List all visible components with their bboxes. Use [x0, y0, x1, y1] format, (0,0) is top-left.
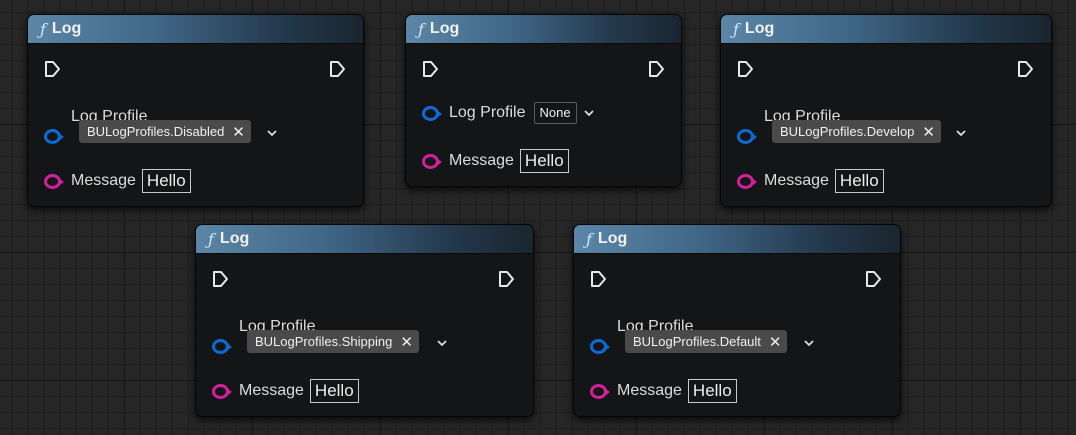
- node-title: Log: [429, 20, 460, 37]
- message-pin[interactable]: [590, 383, 610, 399]
- log-profile-value: BULogProfiles.Develop: [780, 124, 915, 139]
- log-profile-dropdown[interactable]: None: [533, 102, 577, 124]
- log-node-none[interactable]: ƒ Log Log Profile None Message Hello: [405, 14, 682, 187]
- message-pin-row: Message Hello: [212, 379, 359, 403]
- node-header[interactable]: ƒ Log: [196, 225, 533, 254]
- log-profile-pin[interactable]: [590, 339, 610, 354]
- message-label: Message: [239, 382, 304, 399]
- log-node-develop[interactable]: ƒ Log Log Profile BULogProfiles.Develop …: [720, 14, 1052, 207]
- log-profile-pin[interactable]: [737, 129, 757, 144]
- chevron-down-icon[interactable]: [436, 337, 448, 349]
- message-input[interactable]: Hello: [687, 379, 737, 403]
- message-pin[interactable]: [212, 383, 232, 399]
- message-pin[interactable]: [737, 173, 757, 189]
- exec-out-pin[interactable]: [865, 270, 883, 288]
- chevron-down-icon[interactable]: [955, 127, 967, 139]
- node-header[interactable]: ƒ Log: [406, 15, 681, 44]
- clear-icon[interactable]: ✕: [769, 333, 782, 351]
- message-label: Message: [617, 382, 682, 399]
- log-profile-dropdown[interactable]: BULogProfiles.Shipping ✕: [247, 330, 419, 353]
- message-pin[interactable]: [422, 153, 442, 169]
- log-profile-pin-row: Log Profile None: [422, 102, 595, 124]
- log-profile-dropdown[interactable]: BULogProfiles.Default ✕: [625, 330, 788, 353]
- node-title: Log: [597, 230, 628, 247]
- function-icon: ƒ: [418, 19, 424, 39]
- log-profile-value: BULogProfiles.Default: [633, 334, 761, 349]
- clear-icon[interactable]: ✕: [232, 123, 245, 141]
- log-profile-pin[interactable]: [212, 339, 232, 354]
- message-input[interactable]: Hello: [834, 169, 884, 193]
- message-pin-row: Message Hello: [590, 379, 737, 403]
- chevron-down-icon[interactable]: [266, 127, 278, 139]
- node-title: Log: [219, 230, 250, 247]
- node-title: Log: [51, 20, 82, 37]
- chevron-down-icon[interactable]: [583, 107, 595, 119]
- log-profile-value: BULogProfiles.Disabled: [87, 124, 225, 139]
- message-pin[interactable]: [44, 173, 64, 189]
- message-input[interactable]: Hello: [519, 149, 569, 173]
- message-input[interactable]: Hello: [141, 169, 191, 193]
- exec-in-pin[interactable]: [212, 270, 230, 288]
- log-node-shipping[interactable]: ƒ Log Log Profile BULogProfiles.Shipping…: [195, 224, 534, 417]
- function-icon: ƒ: [586, 229, 592, 249]
- clear-icon[interactable]: ✕: [400, 333, 413, 351]
- node-header[interactable]: ƒ Log: [721, 15, 1051, 44]
- message-pin-row: Message Hello: [422, 149, 569, 173]
- log-profile-dropdown[interactable]: BULogProfiles.Develop ✕: [772, 120, 941, 143]
- function-icon: ƒ: [40, 19, 46, 39]
- log-profile-pin[interactable]: [422, 105, 442, 121]
- message-pin-row: Message Hello: [44, 169, 191, 193]
- log-profile-pin[interactable]: [44, 129, 64, 144]
- function-icon: ƒ: [208, 229, 214, 249]
- function-icon: ƒ: [733, 19, 739, 39]
- log-node-default[interactable]: ƒ Log Log Profile BULogProfiles.Default …: [573, 224, 901, 417]
- log-node-disabled[interactable]: ƒ Log Log Profile BULogProfiles.Disabled…: [27, 14, 364, 207]
- message-pin-row: Message Hello: [737, 169, 884, 193]
- exec-out-pin[interactable]: [498, 270, 516, 288]
- message-label: Message: [71, 172, 136, 189]
- message-label: Message: [764, 172, 829, 189]
- message-input[interactable]: Hello: [309, 379, 359, 403]
- log-profile-label: Log Profile: [449, 104, 526, 121]
- exec-out-pin[interactable]: [329, 60, 347, 78]
- exec-in-pin[interactable]: [44, 60, 62, 78]
- node-header[interactable]: ƒ Log: [574, 225, 900, 254]
- chevron-down-icon[interactable]: [803, 337, 815, 349]
- node-title: Log: [744, 20, 775, 37]
- log-profile-value: BULogProfiles.Shipping: [255, 334, 393, 349]
- exec-in-pin[interactable]: [737, 60, 755, 78]
- message-label: Message: [449, 152, 514, 169]
- exec-out-pin[interactable]: [1017, 60, 1035, 78]
- exec-in-pin[interactable]: [590, 270, 608, 288]
- exec-in-pin[interactable]: [422, 60, 440, 78]
- exec-out-pin[interactable]: [648, 60, 666, 78]
- log-profile-dropdown[interactable]: BULogProfiles.Disabled ✕: [79, 120, 251, 143]
- clear-icon[interactable]: ✕: [922, 123, 935, 141]
- node-header[interactable]: ƒ Log: [28, 15, 363, 44]
